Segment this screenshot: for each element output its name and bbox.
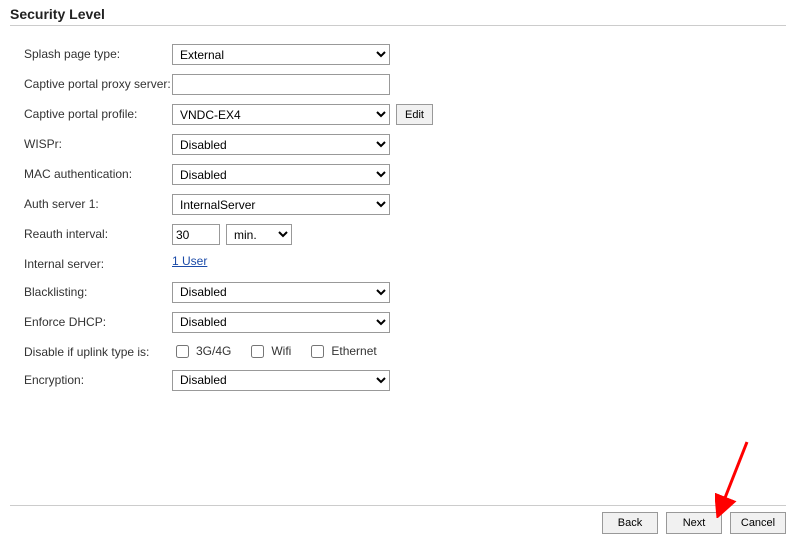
captive-profile-select[interactable]: VNDC-EX4	[172, 104, 390, 125]
encryption-select[interactable]: Disabled	[172, 370, 390, 391]
auth-server1-select[interactable]: InternalServer	[172, 194, 390, 215]
footer-divider	[10, 505, 786, 506]
proxy-server-label: Captive portal proxy server:	[24, 74, 172, 93]
reauth-label: Reauth interval:	[24, 224, 172, 243]
splash-page-type-label: Splash page type:	[24, 44, 172, 63]
captive-profile-label: Captive portal profile:	[24, 104, 172, 123]
enforce-dhcp-select[interactable]: Disabled	[172, 312, 390, 333]
uplink-3g4g-option[interactable]: 3G/4G	[172, 342, 231, 361]
uplink-3g4g-checkbox[interactable]	[176, 345, 189, 358]
uplink-3g4g-text: 3G/4G	[196, 344, 231, 358]
mac-auth-select[interactable]: Disabled	[172, 164, 390, 185]
security-form: Splash page type: External Captive porta…	[10, 44, 786, 391]
uplink-wifi-text: Wifi	[271, 344, 291, 358]
footer: Back Next Cancel	[10, 505, 786, 534]
disable-uplink-label: Disable if uplink type is:	[24, 342, 172, 361]
auth-server1-label: Auth server 1:	[24, 194, 172, 213]
splash-page-type-select[interactable]: External	[172, 44, 390, 65]
wispr-label: WISPr:	[24, 134, 172, 153]
header-divider	[10, 25, 786, 26]
enforce-dhcp-label: Enforce DHCP:	[24, 312, 172, 331]
wispr-select[interactable]: Disabled	[172, 134, 390, 155]
reauth-unit-select[interactable]: min.	[226, 224, 292, 245]
uplink-ethernet-text: Ethernet	[331, 344, 376, 358]
page-title: Security Level	[10, 6, 786, 22]
back-button[interactable]: Back	[602, 512, 658, 534]
uplink-wifi-option[interactable]: Wifi	[247, 342, 291, 361]
internal-server-link[interactable]: 1 User	[172, 254, 207, 268]
uplink-wifi-checkbox[interactable]	[251, 345, 264, 358]
uplink-ethernet-option[interactable]: Ethernet	[307, 342, 376, 361]
reauth-interval-input[interactable]	[172, 224, 220, 245]
blacklisting-select[interactable]: Disabled	[172, 282, 390, 303]
blacklisting-label: Blacklisting:	[24, 282, 172, 301]
next-button[interactable]: Next	[666, 512, 722, 534]
uplink-ethernet-checkbox[interactable]	[311, 345, 324, 358]
internal-server-label: Internal server:	[24, 254, 172, 273]
encryption-label: Encryption:	[24, 370, 172, 389]
proxy-server-input[interactable]	[172, 74, 390, 95]
cancel-button[interactable]: Cancel	[730, 512, 786, 534]
edit-profile-button[interactable]: Edit	[396, 104, 433, 125]
mac-auth-label: MAC authentication:	[24, 164, 172, 183]
